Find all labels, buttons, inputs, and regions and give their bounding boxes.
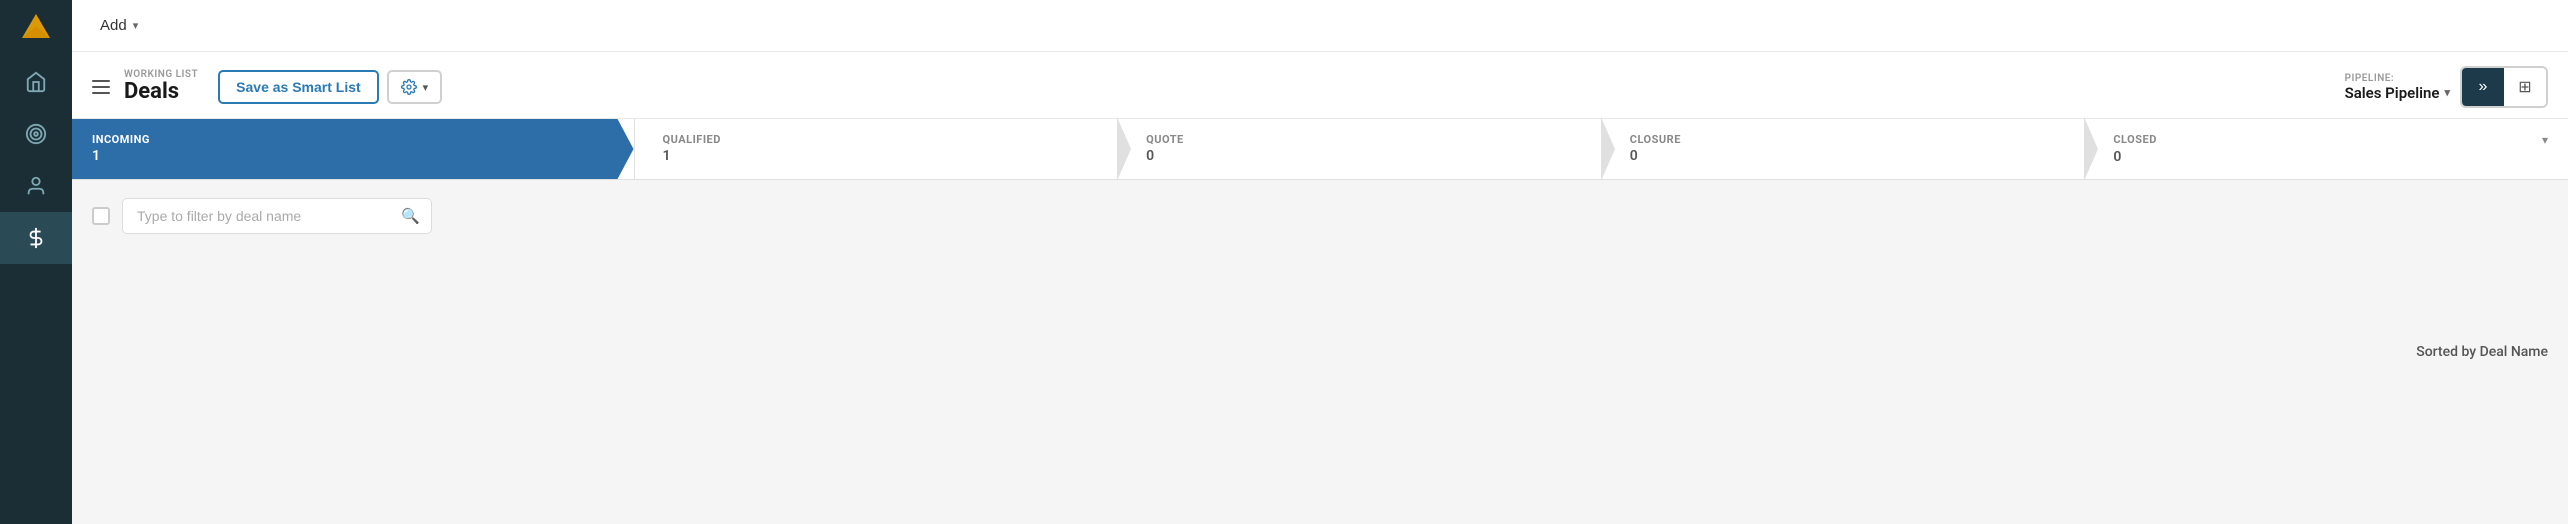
stage-closed-chevron-icon[interactable]: ▾ bbox=[2542, 133, 2548, 147]
pipeline-label-group: PIPELINE: Sales Pipeline ▾ bbox=[2345, 73, 2450, 102]
grid-view-button[interactable]: ⊞ bbox=[2504, 68, 2546, 106]
select-all-checkbox[interactable] bbox=[92, 207, 110, 225]
stage-quote-count: 0 bbox=[1146, 148, 1581, 164]
main-content: Add ▾ WORKING LIST Deals Save as Smart L… bbox=[72, 0, 2568, 524]
stage-incoming-name: INCOMING bbox=[92, 133, 614, 146]
add-button[interactable]: Add ▾ bbox=[92, 11, 146, 40]
target-icon bbox=[25, 123, 47, 145]
sidebar-item-deals[interactable] bbox=[0, 212, 72, 264]
page-meta: WORKING LIST Deals bbox=[124, 69, 198, 104]
stage-quote[interactable]: QUOTE 0 bbox=[1117, 119, 1601, 179]
add-chevron-icon: ▾ bbox=[133, 19, 139, 32]
filter-left: 🔍 bbox=[92, 198, 432, 234]
stage-quote-name: QUOTE bbox=[1146, 133, 1581, 146]
stage-closure[interactable]: CLOSURE 0 bbox=[1601, 119, 2085, 179]
stage-closure-name: CLOSURE bbox=[1630, 133, 2065, 146]
pipeline-label: PIPELINE: bbox=[2345, 73, 2450, 84]
sidebar-item-home[interactable] bbox=[0, 56, 72, 108]
dollar-icon bbox=[25, 227, 47, 249]
stage-closed-count: 0 bbox=[2113, 149, 2548, 165]
save-smart-list-button[interactable]: Save as Smart List bbox=[218, 70, 379, 104]
home-icon bbox=[25, 71, 47, 93]
view-toggle: » ⊞ bbox=[2460, 66, 2548, 108]
logo bbox=[0, 0, 72, 52]
add-label: Add bbox=[100, 17, 127, 34]
gear-chevron-icon: ▾ bbox=[423, 81, 429, 94]
sidebar bbox=[0, 0, 72, 524]
stage-qualified-name: QUALIFIED bbox=[663, 133, 1098, 146]
filter-input-wrap: 🔍 bbox=[122, 198, 432, 234]
filter-area: 🔍 Sorted by Deal Name bbox=[72, 180, 2568, 524]
stage-closed-header: CLOSED ▾ bbox=[2113, 133, 2548, 147]
topbar: Add ▾ bbox=[72, 0, 2568, 52]
stage-closure-count: 0 bbox=[1630, 148, 2065, 164]
hamburger-button[interactable] bbox=[92, 80, 110, 94]
pipeline-stages: INCOMING 1 QUALIFIED 1 QUOTE 0 CLOSURE 0… bbox=[72, 119, 2568, 180]
pipeline-value: Sales Pipeline bbox=[2345, 84, 2440, 102]
deal-filter-input[interactable] bbox=[122, 198, 432, 234]
kanban-view-button[interactable]: » bbox=[2462, 68, 2504, 106]
pipeline-select[interactable]: Sales Pipeline ▾ bbox=[2345, 84, 2450, 102]
stage-closed-name: CLOSED bbox=[2113, 133, 2157, 146]
sorted-by-label: Sorted by Deal Name bbox=[2416, 344, 2548, 360]
stage-qualified[interactable]: QUALIFIED 1 bbox=[634, 119, 1118, 179]
gear-dropdown-button[interactable]: ▾ bbox=[387, 70, 443, 104]
person-icon bbox=[25, 175, 47, 197]
stage-incoming-count: 1 bbox=[92, 148, 614, 164]
stage-closed[interactable]: CLOSED ▾ 0 bbox=[2084, 119, 2568, 179]
stage-incoming[interactable]: INCOMING 1 bbox=[72, 119, 634, 179]
sidebar-item-contacts[interactable] bbox=[0, 160, 72, 212]
header-actions: Save as Smart List ▾ bbox=[218, 70, 442, 104]
pipeline-chevron-icon: ▾ bbox=[2444, 86, 2450, 99]
sidebar-nav bbox=[0, 56, 72, 264]
stage-qualified-count: 1 bbox=[663, 148, 1098, 164]
sidebar-item-target[interactable] bbox=[0, 108, 72, 160]
gear-icon bbox=[401, 79, 417, 95]
page-title: Deals bbox=[124, 80, 198, 104]
pipeline-section: PIPELINE: Sales Pipeline ▾ » ⊞ bbox=[2345, 66, 2548, 108]
header-area: WORKING LIST Deals Save as Smart List ▾ … bbox=[72, 52, 2568, 119]
